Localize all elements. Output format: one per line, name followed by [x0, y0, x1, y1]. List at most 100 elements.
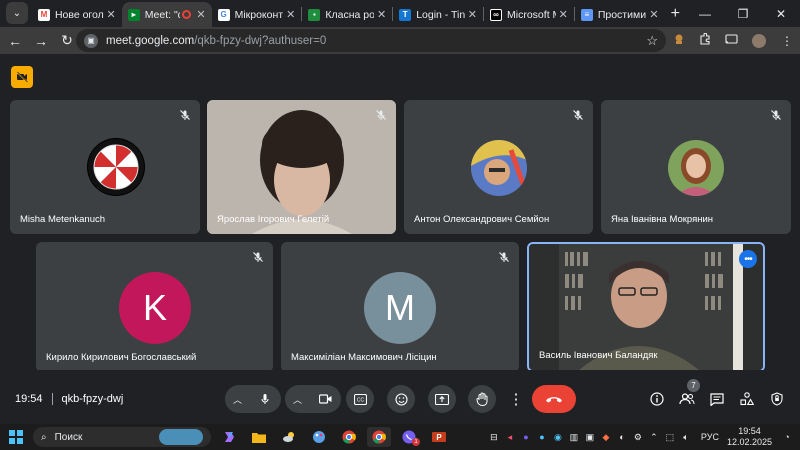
close-window-icon[interactable]: ✕	[762, 7, 800, 21]
mic-off-icon	[769, 108, 783, 122]
network-icon[interactable]: ⬚	[663, 432, 677, 443]
back-icon[interactable]: ←	[4, 33, 26, 49]
camera-button[interactable]	[314, 388, 336, 410]
reactions-button[interactable]	[387, 385, 415, 413]
browser-tab-strip: ⌄ M Нове оголош ✕ ▸ Meet: "qk ✕ G Мікрок…	[0, 0, 800, 27]
captions-button[interactable]: CC	[346, 385, 374, 413]
taskbar-clock[interactable]: 19:54 12.02.2025	[727, 426, 772, 448]
activities-icon[interactable]	[738, 390, 756, 408]
close-tab-icon[interactable]: ✕	[196, 8, 205, 21]
copilot-icon[interactable]	[217, 427, 241, 447]
chrome-icon[interactable]	[337, 427, 361, 447]
microphone-button[interactable]	[254, 388, 276, 410]
close-tab-icon[interactable]: ✕	[377, 8, 386, 21]
new-tab-button[interactable]: +	[671, 5, 680, 23]
tray-app-icon[interactable]: ▥	[567, 432, 581, 443]
close-tab-icon[interactable]: ✕	[468, 8, 477, 21]
tray-app-icon[interactable]: ⊟	[487, 432, 501, 443]
tray-app-icon[interactable]: ▣	[583, 432, 597, 443]
more-options-icon[interactable]: •••	[739, 250, 757, 268]
info-icon[interactable]	[648, 390, 666, 408]
chrome-active-icon[interactable]	[367, 427, 391, 447]
participant-name: Misha Metenkanuch	[20, 214, 106, 225]
svg-text:P: P	[436, 433, 442, 442]
leave-call-button[interactable]	[532, 385, 576, 413]
tab-classroom[interactable]: ▪ Класна робот ✕	[302, 2, 392, 27]
profile-avatar[interactable]	[752, 33, 766, 48]
windows-start-button[interactable]	[9, 430, 23, 444]
participant-tile[interactable]: Яна Іванівна Мокрянин	[601, 100, 791, 234]
menu-kebab-icon[interactable]: ⋮	[774, 34, 800, 48]
google-icon: G	[217, 8, 230, 21]
tab-google[interactable]: G Мікроконтро ✕	[212, 2, 302, 27]
site-info-icon[interactable]: ▣	[84, 33, 98, 48]
address-bar[interactable]: ▣ meet.google.com/qkb-fpzy-dwj?authuser=…	[76, 29, 666, 52]
participant-tile[interactable]: K Кирило Кирилович Богославський	[36, 242, 273, 372]
classroom-icon: ▪	[308, 8, 321, 21]
close-tab-icon[interactable]: ✕	[649, 8, 658, 21]
tray-app-icon[interactable]: ◉	[551, 432, 565, 443]
present-screen-button[interactable]	[428, 385, 456, 413]
divider	[51, 393, 53, 405]
viber-icon[interactable]: 1	[397, 427, 421, 447]
tab-search-button[interactable]: ⌄	[6, 2, 28, 24]
close-tab-icon[interactable]: ✕	[559, 8, 568, 21]
tab-translate[interactable]: ≡ Простими сл ✕	[575, 2, 665, 27]
powerpoint-icon[interactable]: P	[427, 427, 451, 447]
tab-makecode[interactable]: ∞ Microsoft Ma ✕	[484, 2, 574, 27]
svg-text:CC: CC	[356, 397, 364, 403]
cast-icon[interactable]	[718, 33, 744, 48]
close-tab-icon[interactable]: ✕	[286, 8, 295, 21]
tinkercad-icon: T	[399, 8, 412, 21]
camera-off-notice-icon[interactable]	[11, 66, 33, 88]
chevron-up-icon[interactable]: ︿	[233, 393, 242, 406]
tray-app-icon[interactable]: ◂	[503, 432, 517, 443]
umbrella-logo-avatar	[87, 138, 145, 196]
tray-viber-icon[interactable]: ●	[519, 432, 533, 442]
extension-icon[interactable]	[666, 33, 692, 48]
paint-app-icon[interactable]	[307, 427, 331, 447]
chat-icon[interactable]	[708, 390, 726, 408]
participant-tile[interactable]: Антон Олександрович Семйон	[404, 100, 593, 234]
restore-icon[interactable]: ❐	[724, 7, 762, 21]
reload-icon[interactable]: ↻	[56, 32, 78, 49]
close-tab-icon[interactable]: ✕	[107, 8, 116, 21]
mic-off-icon	[251, 250, 265, 264]
input-language[interactable]: РУС	[701, 432, 719, 442]
participant-tile[interactable]: Ярослав Ігорович Гелетій	[207, 100, 396, 234]
file-explorer-icon[interactable]	[247, 427, 271, 447]
tab-tinkercad[interactable]: T Login - Tinker ✕	[393, 2, 483, 27]
extensions-puzzle-icon[interactable]	[692, 32, 718, 48]
people-icon[interactable]	[678, 390, 696, 408]
active-speaker-tile[interactable]: ••• Василь Іванович Баландяк	[527, 242, 765, 372]
participant-tile[interactable]: M Максиміліан Максимович Лісіцин	[281, 242, 519, 372]
microphone-icon	[261, 394, 269, 404]
host-controls-icon[interactable]	[768, 390, 786, 408]
volume-icon[interactable]: 🔈︎	[679, 432, 693, 443]
participant-name: Василь Іванович Баландяк	[539, 350, 658, 361]
photo-avatar	[471, 140, 527, 196]
tab-gmail[interactable]: M Нове оголош ✕	[32, 2, 122, 27]
tray-app-icon[interactable]: ●	[535, 432, 549, 442]
tab-title: Microsoft Ma	[507, 8, 556, 21]
more-options-button[interactable]: ⋮	[502, 385, 530, 413]
participant-tile[interactable]: Misha Metenkanuch	[10, 100, 200, 234]
weather-app-icon[interactable]	[277, 427, 301, 447]
taskbar-search[interactable]: ⌕ Поиск	[33, 427, 211, 447]
minimize-icon[interactable]: —	[686, 7, 724, 21]
chevron-up-icon[interactable]: ⌃	[647, 432, 661, 443]
tray-app-icon[interactable]: ◆	[599, 432, 613, 443]
tab-title: Мікроконтро	[234, 8, 284, 21]
forward-icon[interactable]: →	[30, 33, 52, 49]
participant-name: Кирило Кирилович Богославський	[46, 352, 197, 363]
meeting-time: 19:54	[15, 393, 43, 405]
bookmark-star-icon[interactable]: ☆	[646, 33, 658, 49]
browser-toolbar: ← → ↻ ▣ meet.google.com/qkb-fpzy-dwj?aut…	[0, 27, 800, 54]
tab-meet[interactable]: ▸ Meet: "qk ✕	[121, 2, 212, 27]
chevron-up-icon[interactable]: ︿	[293, 393, 302, 406]
letter-avatar: K	[119, 272, 191, 344]
tray-app-icon[interactable]: ◐	[615, 432, 629, 442]
tray-app-icon[interactable]: ⚙	[631, 432, 645, 443]
notifications-icon[interactable]: ◔	[780, 432, 794, 442]
raise-hand-button[interactable]	[468, 385, 496, 413]
